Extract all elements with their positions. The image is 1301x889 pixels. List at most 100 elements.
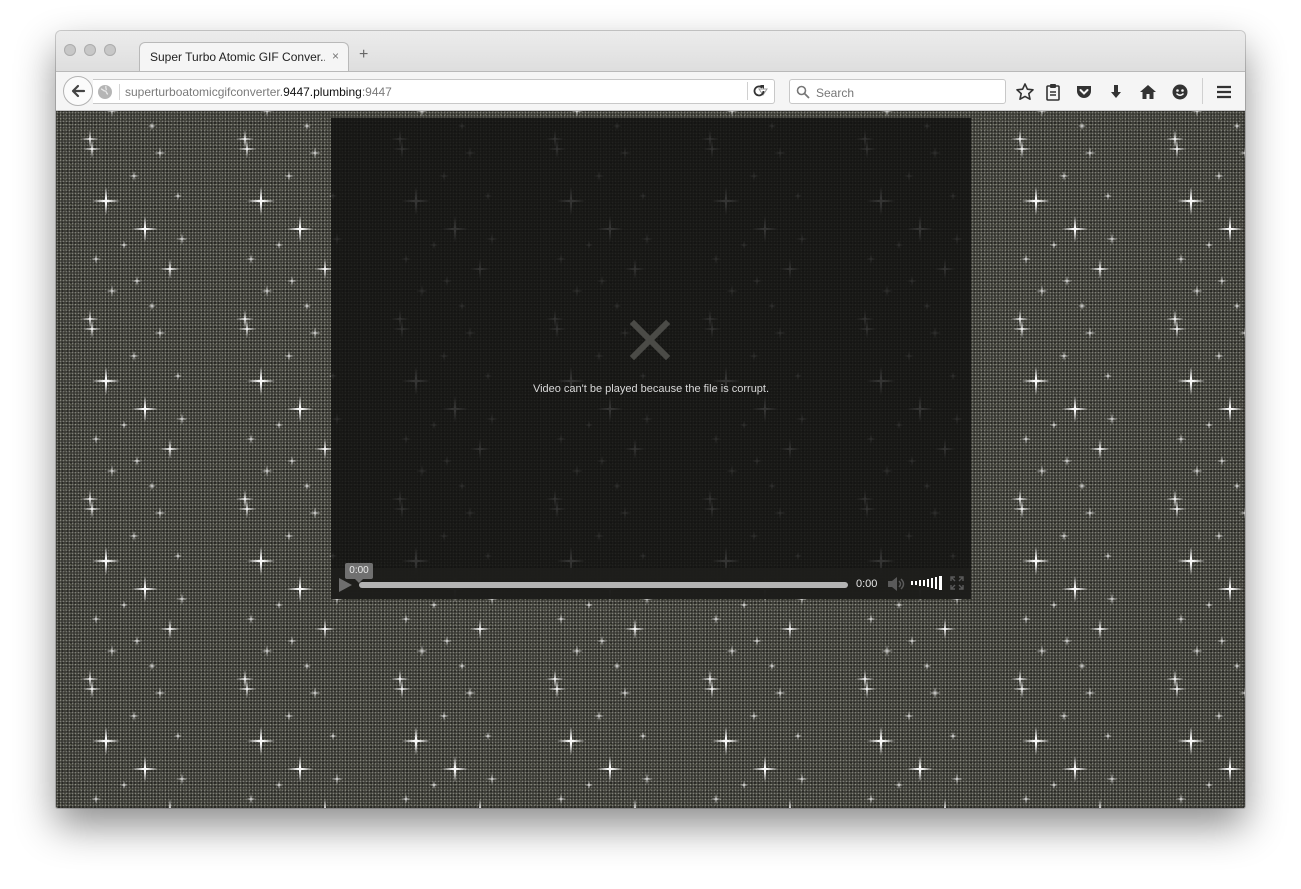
- sparkle: [479, 799, 481, 808]
- sparkle: [856, 670, 874, 688]
- url-suffix: :9447: [361, 85, 392, 99]
- sparkle: [391, 670, 409, 688]
- reading-list-icon[interactable]: [1043, 82, 1063, 102]
- hello-icon[interactable]: [1170, 82, 1190, 102]
- sparkle: [132, 216, 158, 242]
- sparkle: [303, 482, 311, 490]
- sparkle: [1021, 794, 1031, 804]
- sparkle: [796, 773, 808, 785]
- sparkle: [92, 547, 120, 575]
- window-close-button[interactable]: [64, 44, 76, 56]
- sparkle: [1205, 241, 1213, 249]
- video-scrubber[interactable]: [359, 582, 848, 588]
- url-text[interactable]: superturboatomicgifconverter.9447.plumbi…: [125, 85, 392, 99]
- sparkle: [1084, 327, 1096, 339]
- sparkle: [1177, 547, 1205, 575]
- sparkle: [401, 794, 411, 804]
- sparkle: [740, 781, 748, 789]
- sparkle: [1239, 327, 1245, 339]
- sparkle: [1013, 500, 1031, 518]
- sparkle: [1106, 593, 1118, 605]
- sparkle: [92, 727, 120, 755]
- search-input[interactable]: [814, 83, 1003, 102]
- sparkle: [1059, 171, 1069, 181]
- pocket-icon[interactable]: [1074, 82, 1094, 102]
- sparkle: [284, 351, 294, 361]
- url-bar[interactable]: superturboatomicgifconverter.9447.plumbi…: [93, 79, 775, 104]
- sparkle: [1062, 756, 1088, 782]
- tab-close-icon[interactable]: ×: [332, 49, 339, 63]
- reload-separator: [747, 82, 748, 100]
- sparkle: [1078, 482, 1086, 490]
- sparkle: [749, 711, 759, 721]
- sparkle: [556, 794, 566, 804]
- sparkle: [1205, 421, 1213, 429]
- sparkle: [1191, 465, 1203, 477]
- sparkle: [303, 122, 311, 130]
- window-minimize-button[interactable]: [84, 44, 96, 56]
- sparkle: [132, 636, 142, 646]
- sparkle: [303, 302, 311, 310]
- sparkle: [1059, 351, 1069, 361]
- sparkle: [1233, 302, 1241, 310]
- sparkle: [597, 636, 607, 646]
- sparkle: [1217, 456, 1227, 466]
- sparkle: [1011, 130, 1029, 148]
- menu-icon[interactable]: [1214, 82, 1234, 102]
- sparkle: [881, 111, 893, 117]
- tab-active[interactable]: Super Turbo Atomic GIF Conver... ×: [139, 42, 349, 71]
- sparkle: [1022, 187, 1050, 215]
- bookmark-star-icon[interactable]: [1015, 82, 1035, 102]
- sparkle: [324, 799, 326, 808]
- sparkle: [1166, 670, 1184, 688]
- back-button[interactable]: [63, 76, 93, 106]
- sparkle: [148, 662, 156, 670]
- sparkle: [402, 727, 430, 755]
- fullscreen-icon[interactable]: [950, 576, 964, 590]
- sparkle: [106, 111, 118, 117]
- sparkle: [1011, 490, 1029, 508]
- sparkle: [309, 147, 321, 159]
- window-maximize-button[interactable]: [104, 44, 116, 56]
- sparkle: [895, 601, 903, 609]
- nav-bar: superturboatomicgifconverter.9447.plumbi…: [56, 71, 1245, 111]
- sparkle: [768, 662, 776, 670]
- sparkle: [154, 147, 166, 159]
- search-icon: [796, 85, 810, 99]
- sparkle: [1050, 601, 1058, 609]
- sparkle: [1036, 645, 1048, 657]
- search-bar[interactable]: [789, 79, 1006, 104]
- sparkle: [236, 670, 254, 688]
- sparkle: [1205, 781, 1213, 789]
- back-arrow-icon: [71, 84, 86, 98]
- sparkle: [236, 130, 254, 148]
- video-player[interactable]: Video can't be played because the file i…: [331, 118, 971, 599]
- sparkle: [442, 636, 452, 646]
- sparkle: [929, 687, 941, 699]
- reload-icon[interactable]: [752, 84, 766, 98]
- sparkle: [393, 680, 411, 698]
- scrubber-time-tooltip: 0:00: [345, 563, 373, 583]
- sparkle: [92, 367, 120, 395]
- sparkle: [1036, 111, 1048, 117]
- sparkle: [174, 372, 182, 380]
- sparkle: [1084, 147, 1096, 159]
- sparkle: [1217, 216, 1243, 242]
- home-icon[interactable]: [1138, 82, 1158, 102]
- sparkle: [176, 773, 188, 785]
- sparkle: [464, 687, 476, 699]
- volume-slider[interactable]: [910, 575, 944, 591]
- globe-icon[interactable]: [97, 84, 113, 100]
- sparkle: [597, 756, 623, 782]
- sparkle: [132, 276, 142, 286]
- sparkle: [236, 490, 254, 508]
- sparkle: [309, 687, 321, 699]
- new-tab-button[interactable]: +: [359, 46, 368, 64]
- volume-icon[interactable]: [887, 576, 905, 592]
- download-icon[interactable]: [1106, 82, 1126, 102]
- sparkle: [148, 122, 156, 130]
- play-icon[interactable]: [337, 577, 353, 593]
- sparkle: [1177, 727, 1205, 755]
- sparkle: [752, 636, 762, 646]
- sparkle: [92, 187, 120, 215]
